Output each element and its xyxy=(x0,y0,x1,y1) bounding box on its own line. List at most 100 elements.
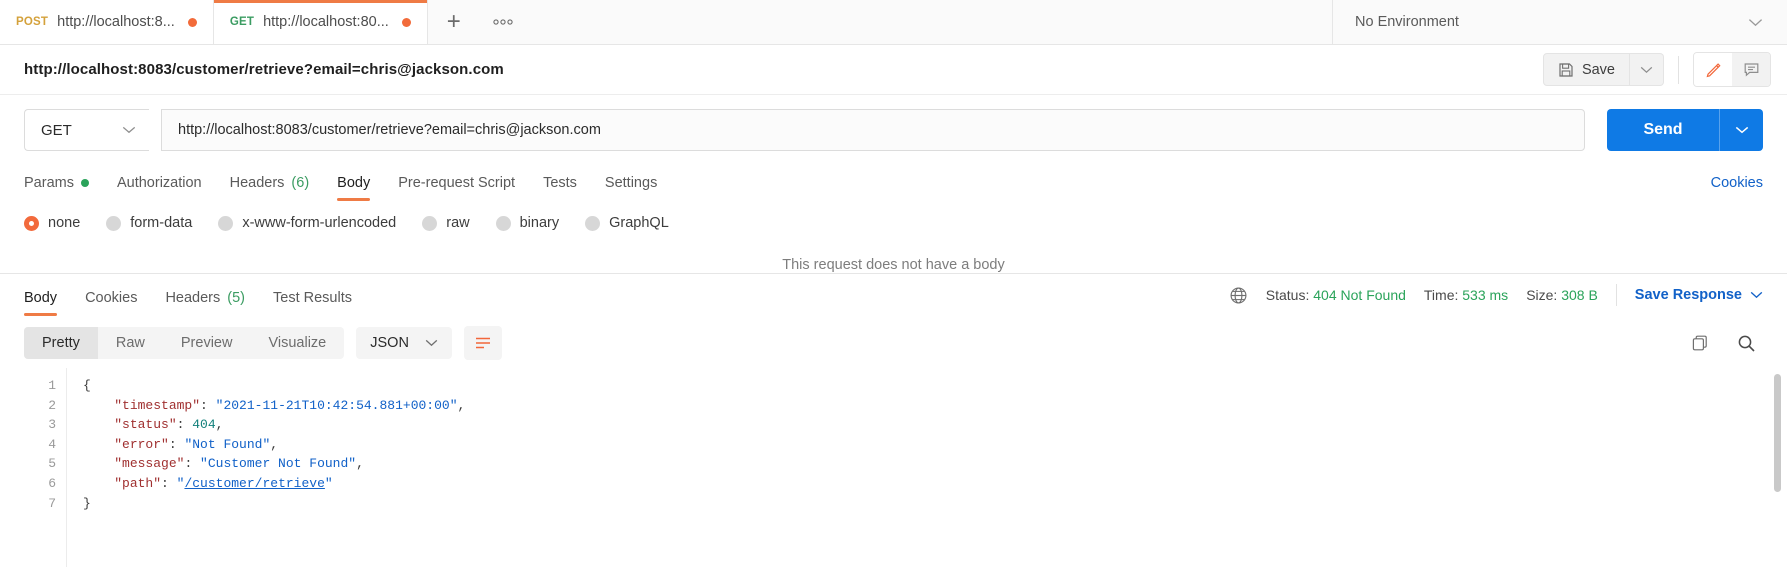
tab-headers[interactable]: Headers (6) xyxy=(216,169,324,201)
tab-label: Settings xyxy=(605,175,657,191)
json-value-message: "Customer Not Found" xyxy=(200,456,356,471)
json-colon: : xyxy=(161,476,177,491)
tab-params[interactable]: Params xyxy=(24,169,103,201)
body-type-label: x-www-form-urlencoded xyxy=(242,215,396,231)
http-method-value: GET xyxy=(41,122,72,139)
line-number: 5 xyxy=(24,454,56,474)
response-body-viewer[interactable]: 1 2 3 4 5 6 7 { "timestamp": "2021-11-21… xyxy=(0,368,1787,567)
json-key-path: "path" xyxy=(114,476,161,491)
json-colon: : xyxy=(169,437,185,452)
tab-label: Body xyxy=(24,290,57,306)
code-line: { xyxy=(83,376,1787,396)
code-scrollbar-thumb[interactable] xyxy=(1774,374,1781,492)
code-line: } xyxy=(83,494,1787,514)
pencil-icon[interactable] xyxy=(1694,53,1732,86)
radio-icon xyxy=(106,216,121,231)
radio-icon xyxy=(585,216,600,231)
json-comma: , xyxy=(216,417,224,432)
view-mode-toggle xyxy=(1693,52,1771,87)
view-visualize[interactable]: Visualize xyxy=(250,327,344,359)
tab-label: Authorization xyxy=(117,175,202,191)
json-value-timestamp: "2021-11-21T10:42:54.881+00:00" xyxy=(216,398,458,413)
save-response-label: Save Response xyxy=(1635,287,1742,303)
time-badge: Time: 533 ms xyxy=(1424,287,1508,303)
json-value-path[interactable]: /customer/retrieve xyxy=(184,476,324,491)
code-line: "status": 404, xyxy=(83,415,1787,435)
json-code[interactable]: { "timestamp": "2021-11-21T10:42:54.881+… xyxy=(66,368,1787,567)
body-type-none[interactable]: none xyxy=(24,215,80,231)
json-key-error: "error" xyxy=(114,437,169,452)
http-method-select[interactable]: GET xyxy=(24,109,149,151)
empty-body-message: This request does not have a body xyxy=(0,243,1787,273)
request-tab-strip: POST http://localhost:8... GET http://lo… xyxy=(0,0,1787,45)
request-section-tabs: Params Authorization Headers (6) Body Pr… xyxy=(0,163,1787,201)
response-tab-headers[interactable]: Headers (5) xyxy=(151,284,259,316)
body-type-form-data[interactable]: form-data xyxy=(106,215,192,231)
save-button-label: Save xyxy=(1582,62,1615,78)
response-format-toolbar: Pretty Raw Preview Visualize JSON xyxy=(0,316,1787,368)
size-value: 308 B xyxy=(1561,287,1598,303)
body-type-urlencoded[interactable]: x-www-form-urlencoded xyxy=(218,215,396,231)
line-number: 1 xyxy=(24,376,56,396)
json-key-message: "message" xyxy=(114,456,184,471)
response-meta: Status: 404 Not Found Time: 533 ms Size:… xyxy=(1229,284,1763,316)
search-icon[interactable] xyxy=(1729,326,1763,360)
tab-label: Body xyxy=(337,175,370,191)
url-input[interactable]: http://localhost:8083/customer/retrieve?… xyxy=(161,109,1585,151)
language-select[interactable]: JSON xyxy=(356,327,452,359)
request-tab-post[interactable]: POST http://localhost:8... xyxy=(0,0,214,44)
response-tab-body[interactable]: Body xyxy=(24,284,71,316)
status-badge: Status: 404 Not Found xyxy=(1266,287,1406,303)
json-colon: : xyxy=(177,417,193,432)
send-options-caret[interactable] xyxy=(1719,109,1763,151)
environment-selector[interactable]: No Environment xyxy=(1332,0,1787,44)
tab-tests[interactable]: Tests xyxy=(529,169,591,201)
tab-label: Tests xyxy=(543,175,577,191)
body-type-label: binary xyxy=(520,215,560,231)
tab-label: Pre-request Script xyxy=(398,175,515,191)
code-line: "path": "/customer/retrieve" xyxy=(83,474,1787,494)
tab-label: Test Results xyxy=(273,290,352,306)
save-options-caret[interactable] xyxy=(1630,53,1664,86)
tab-settings[interactable]: Settings xyxy=(591,169,671,201)
view-preview[interactable]: Preview xyxy=(163,327,251,359)
body-type-options: none form-data x-www-form-urlencoded raw… xyxy=(0,201,1787,243)
view-pretty[interactable]: Pretty xyxy=(24,327,98,359)
copy-icon[interactable] xyxy=(1683,326,1717,360)
response-tab-test-results[interactable]: Test Results xyxy=(259,284,366,316)
body-type-raw[interactable]: raw xyxy=(422,215,469,231)
time-value: 533 ms xyxy=(1462,287,1508,303)
json-colon: : xyxy=(200,398,216,413)
tab-authorization[interactable]: Authorization xyxy=(103,169,216,201)
save-response-button[interactable]: Save Response xyxy=(1635,287,1763,303)
code-line: "error": "Not Found", xyxy=(83,435,1787,455)
plus-icon[interactable]: + xyxy=(428,0,480,44)
request-tab-get[interactable]: GET http://localhost:80... xyxy=(214,0,428,44)
body-type-binary[interactable]: binary xyxy=(496,215,560,231)
response-tab-cookies[interactable]: Cookies xyxy=(71,284,151,316)
json-comma: , xyxy=(356,456,364,471)
code-line: "timestamp": "2021-11-21T10:42:54.881+00… xyxy=(83,396,1787,416)
chevron-down-icon xyxy=(1748,18,1763,27)
json-key-status: "status" xyxy=(114,417,176,432)
cookies-link[interactable]: Cookies xyxy=(1711,175,1763,201)
save-button[interactable]: Save xyxy=(1543,53,1630,86)
unsaved-indicator-dot xyxy=(402,18,411,27)
language-value: JSON xyxy=(370,335,409,351)
comment-icon[interactable] xyxy=(1732,53,1770,86)
time-label: Time: xyxy=(1424,287,1458,303)
view-raw[interactable]: Raw xyxy=(98,327,163,359)
send-button[interactable]: Send xyxy=(1607,109,1719,151)
params-active-dot xyxy=(81,179,89,187)
line-number: 7 xyxy=(24,494,56,514)
json-quote-close: " xyxy=(325,476,333,491)
json-value-error: "Not Found" xyxy=(184,437,270,452)
tab-pre-request-script[interactable]: Pre-request Script xyxy=(384,169,529,201)
ellipsis-icon[interactable] xyxy=(480,0,526,44)
wrap-lines-icon[interactable] xyxy=(464,326,502,360)
code-scrollbar[interactable] xyxy=(1774,374,1781,565)
environment-label: No Environment xyxy=(1355,14,1459,30)
body-type-graphql[interactable]: GraphQL xyxy=(585,215,669,231)
tab-body[interactable]: Body xyxy=(323,169,384,201)
body-type-label: form-data xyxy=(130,215,192,231)
